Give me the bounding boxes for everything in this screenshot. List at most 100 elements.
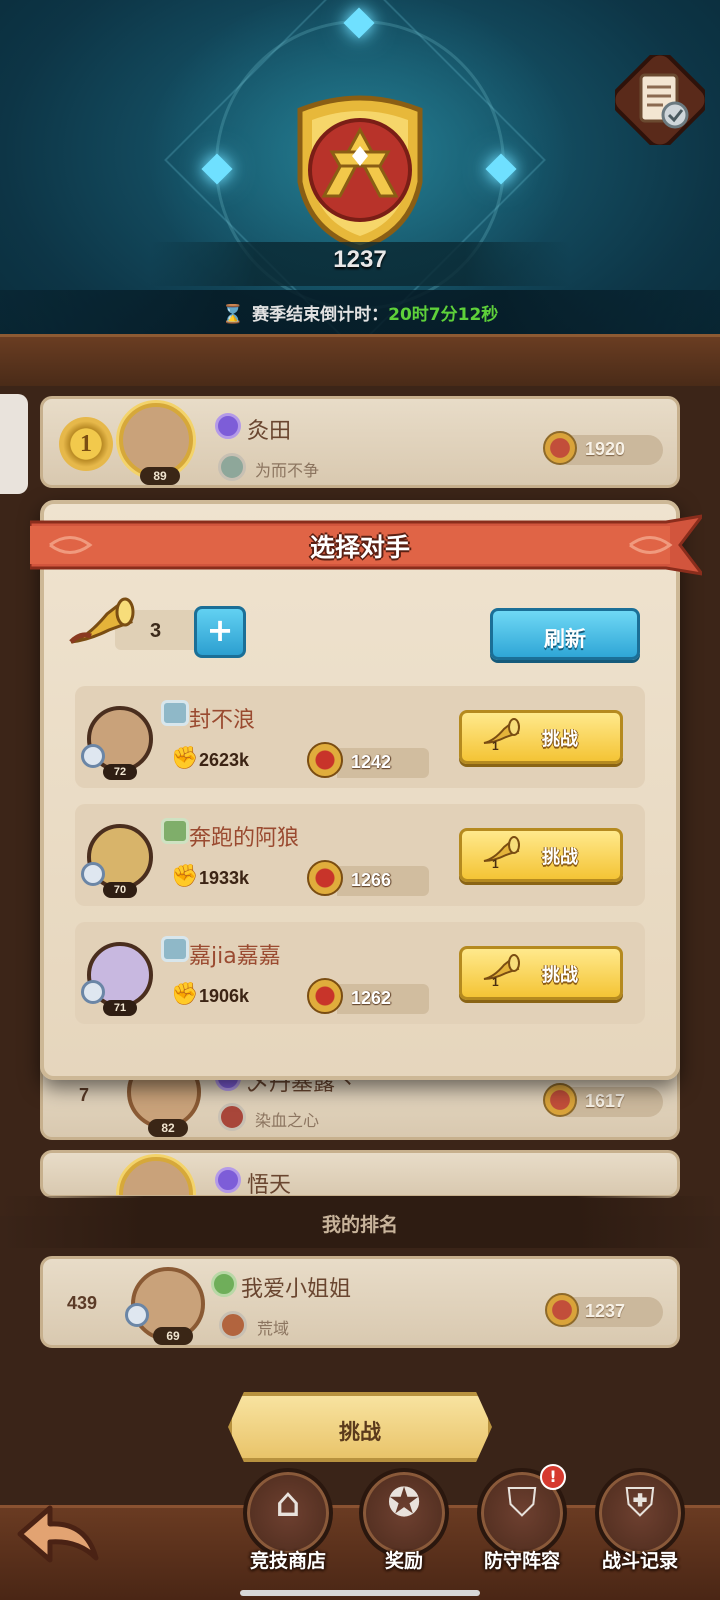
shop-icon: ⌂ — [275, 1480, 301, 1526]
nav-label: 奖励 — [384, 1550, 423, 1572]
opponent-power: 1933k — [199, 868, 250, 888]
opponent-card: 70 奔跑的阿狼 ✊ 1933k 1266 1 挑战 — [75, 804, 645, 906]
nav-defense-lineup[interactable]: ⛉ ! 防守阵容 — [472, 1464, 572, 1588]
rank-tier-icon — [161, 936, 189, 962]
countdown-label: 赛季结束倒计时： — [252, 305, 389, 325]
guild-icon — [218, 1103, 246, 1131]
home-indicator[interactable] — [240, 1590, 480, 1596]
side-tab[interactable] — [0, 394, 28, 494]
guild-name: 荒域 — [257, 1319, 290, 1338]
my-points: 1237 — [585, 1301, 626, 1321]
guild-icon — [218, 453, 246, 481]
reward-medal-icon: ✪ — [387, 1480, 421, 1526]
challenge-cost: 1 — [492, 857, 499, 871]
refresh-label: 刷新 — [544, 627, 586, 651]
view-profile-icon[interactable] — [81, 980, 105, 1004]
avatar[interactable] — [119, 1157, 193, 1195]
rank-number: 7 — [79, 1085, 90, 1105]
my-rank-number: 439 — [67, 1293, 98, 1313]
ranking-row[interactable]: 悟天 — [40, 1150, 680, 1198]
nav-rewards[interactable]: ✪ 奖励 — [354, 1468, 454, 1588]
wood-divider — [0, 334, 720, 386]
challenge-horn-icon — [69, 597, 135, 644]
challenge-label: 挑战 — [542, 847, 578, 868]
nav-label: 战斗记录 — [601, 1550, 678, 1572]
avatar[interactable] — [119, 403, 193, 477]
arena-medal-icon — [543, 431, 577, 465]
arena-medal-icon — [307, 978, 343, 1014]
guild-name: 为而不争 — [255, 461, 320, 480]
challenge-label: 挑战 — [542, 729, 578, 750]
opponent-name: 封不浪 — [189, 708, 256, 733]
hourglass-icon: ⌛ — [221, 304, 245, 325]
challenge-horn-icon — [483, 836, 520, 862]
level-badge: 70 — [103, 882, 137, 898]
challenge-opponent-button[interactable]: 1 挑战 — [459, 946, 623, 1000]
opponent-name: 嘉jia嘉嘉 — [189, 944, 281, 969]
dialog-title: 选择对手 — [309, 533, 410, 562]
challenge-horn-icon — [483, 718, 520, 744]
level-badge: 71 — [103, 1000, 137, 1016]
my-rank-title: 我的排名 — [321, 1214, 398, 1236]
fist-power-icon: ✊ — [171, 864, 199, 889]
view-profile-icon[interactable] — [81, 744, 105, 768]
challenge-cost: 1 — [492, 739, 499, 753]
player-points: 1617 — [585, 1091, 626, 1111]
opponent-power: 1906k — [199, 986, 250, 1006]
level-badge: 72 — [103, 764, 137, 780]
opponent-card: 72 封不浪 ✊ 2623k 1242 1 挑战 — [75, 686, 645, 788]
player-points: 1920 — [585, 439, 626, 459]
my-rank-row[interactable]: 439 69 我爱小姐姐 荒域 1237 — [40, 1256, 680, 1348]
arena-medal-icon — [307, 860, 343, 896]
nav-battle-record[interactable]: ⛨ 战斗记录 — [590, 1468, 690, 1588]
opponent-points: 1266 — [351, 870, 392, 890]
arena-medal-icon — [307, 742, 343, 778]
refresh-opponents-button[interactable]: 刷新 — [490, 608, 640, 660]
guild-icon — [219, 1311, 247, 1339]
clipboard-check-icon[interactable] — [615, 55, 705, 145]
arena-header: 1237 ⌛ 赛季结束倒计时：20时7分12秒 — [0, 0, 720, 380]
fist-power-icon: ✊ — [171, 982, 199, 1007]
add-tickets-button[interactable]: + — [194, 606, 246, 658]
season-countdown: ⌛ 赛季结束倒计时：20时7分12秒 — [0, 300, 720, 325]
player-name: 悟天 — [247, 1173, 292, 1198]
nav-label: 防守阵容 — [483, 1550, 560, 1572]
fist-power-icon: ✊ — [171, 746, 199, 771]
rank-laurel-icon: 1 — [59, 417, 113, 471]
back-arrow-icon[interactable] — [12, 1500, 102, 1570]
challenge-opponent-button[interactable]: 1 挑战 — [459, 828, 623, 882]
challenge-label: 挑战 — [542, 965, 578, 986]
view-profile-icon[interactable] — [81, 862, 105, 886]
view-profile-icon[interactable] — [125, 1303, 149, 1327]
rank-tier-icon — [161, 700, 189, 726]
level-badge: 82 — [148, 1119, 188, 1137]
challenge-opponent-button[interactable]: 1 挑战 — [459, 710, 623, 764]
rank-tier-icon — [211, 1271, 237, 1297]
rank-emblem-icon — [297, 95, 423, 251]
countdown-value: 20时7分12秒 — [388, 305, 499, 325]
arena-medal-icon — [545, 1293, 579, 1327]
notification-badge: ! — [540, 1464, 566, 1490]
opponent-card: 71 嘉jia嘉嘉 ✊ 1906k 1262 1 挑战 — [75, 922, 645, 1024]
challenge-cost: 1 — [492, 975, 499, 989]
opponent-points: 1262 — [351, 988, 392, 1008]
guild-name: 染血之心 — [255, 1111, 320, 1130]
nav-label: 竞技商店 — [249, 1550, 326, 1572]
challenge-button-label: 挑战 — [339, 1420, 381, 1444]
opponent-power: 2623k — [199, 750, 250, 770]
battle-record-icon: ⛨ — [625, 1480, 655, 1526]
arena-medal-icon — [543, 1083, 577, 1117]
nav-arena-shop[interactable]: ⌂ 竞技商店 — [238, 1468, 338, 1588]
opponent-name: 奔跑的阿狼 — [189, 826, 300, 851]
ticket-count: 3 — [150, 620, 162, 642]
player-name: 灸田 — [247, 419, 292, 444]
challenge-horn-icon — [483, 954, 520, 980]
level-badge: 69 — [153, 1327, 193, 1345]
challenge-button[interactable]: 挑战 — [228, 1392, 492, 1462]
rank-tier-icon — [161, 818, 189, 844]
rank-tier-icon — [215, 413, 241, 439]
ranking-row[interactable]: 1 89 灸田 为而不争 1920 — [40, 396, 680, 488]
player-name: 我爱小姐姐 — [241, 1277, 352, 1302]
rank-number: 1 — [80, 431, 92, 457]
arena-score: 1237 — [333, 246, 387, 273]
